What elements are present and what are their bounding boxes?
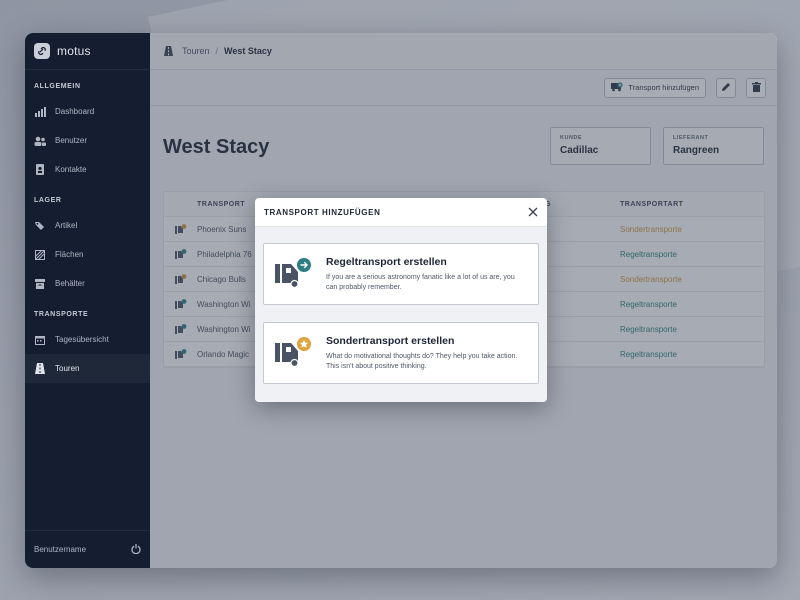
- address-book-icon: [34, 164, 46, 176]
- chart-icon: [34, 106, 46, 118]
- close-icon[interactable]: [528, 207, 538, 217]
- sidebar-item-dashboard[interactable]: Dashboard: [25, 97, 150, 126]
- logo-icon: [34, 43, 50, 59]
- section-label-allgemein: ALLGEMEIN: [34, 83, 81, 90]
- sidebar-footer: Benutzername: [25, 530, 150, 568]
- road-icon: [34, 363, 46, 375]
- sidebar-item-label: Behälter: [55, 279, 85, 288]
- power-icon[interactable]: [131, 543, 141, 556]
- sidebar-item-label: Touren: [55, 364, 80, 373]
- sidebar-item-tagesuebersicht[interactable]: Tagesübersicht: [25, 325, 150, 354]
- sidebar-item-artikel[interactable]: Artikel: [25, 211, 150, 240]
- truck-star-icon: [275, 336, 313, 370]
- sidebar-item-label: Benutzer: [55, 136, 88, 145]
- option-description: If you are a serious astronomy fanatic l…: [326, 273, 515, 291]
- section-label-transporte: TRANSPORTE: [34, 311, 89, 318]
- sidebar-item-label: Tagesübersicht: [55, 335, 109, 344]
- add-transport-modal: TRANSPORT HINZUFÜGEN Regeltransport erst…: [255, 198, 547, 402]
- logo-text: motus: [57, 44, 91, 58]
- option-title: Sondertransport erstellen: [326, 334, 455, 347]
- sidebar-item-label: Dashboard: [55, 107, 95, 116]
- option-title: Regeltransport erstellen: [326, 255, 447, 268]
- option-description: What do motivational thoughts do? They h…: [326, 352, 518, 370]
- tags-icon: [34, 220, 46, 232]
- sidebar-item-touren[interactable]: Touren: [25, 354, 150, 383]
- sidebar-item-kontakte[interactable]: Kontakte: [25, 155, 150, 184]
- sidebar-item-label: Kontakte: [55, 165, 87, 174]
- users-icon: [34, 135, 46, 147]
- calendar-icon: [34, 334, 46, 346]
- sidebar-item-benutzer[interactable]: Benutzer: [25, 126, 150, 155]
- sidebar: motus ALLGEMEIN Dashboard Benutzer Konta…: [25, 33, 150, 568]
- modal-body: Regeltransport erstellen If you are a se…: [255, 227, 547, 402]
- sidebar-item-behaelter[interactable]: Behälter: [25, 269, 150, 298]
- section-label-lager: LAGER: [34, 197, 62, 204]
- area-icon: [34, 249, 46, 261]
- username: Benutzername: [34, 545, 87, 554]
- sidebar-item-label: Artikel: [55, 221, 78, 230]
- modal-header: TRANSPORT HINZUFÜGEN: [255, 198, 547, 227]
- sondertransport-option[interactable]: Sondertransport erstellen What do motiva…: [263, 322, 539, 384]
- container-icon: [34, 278, 46, 290]
- truck-arrow-icon: [275, 257, 313, 291]
- sidebar-item-flaechen[interactable]: Flächen: [25, 240, 150, 269]
- sidebar-item-label: Flächen: [55, 250, 84, 259]
- regeltransport-option[interactable]: Regeltransport erstellen If you are a se…: [263, 243, 539, 305]
- modal-title: TRANSPORT HINZUFÜGEN: [264, 207, 381, 217]
- logo[interactable]: motus: [25, 33, 150, 70]
